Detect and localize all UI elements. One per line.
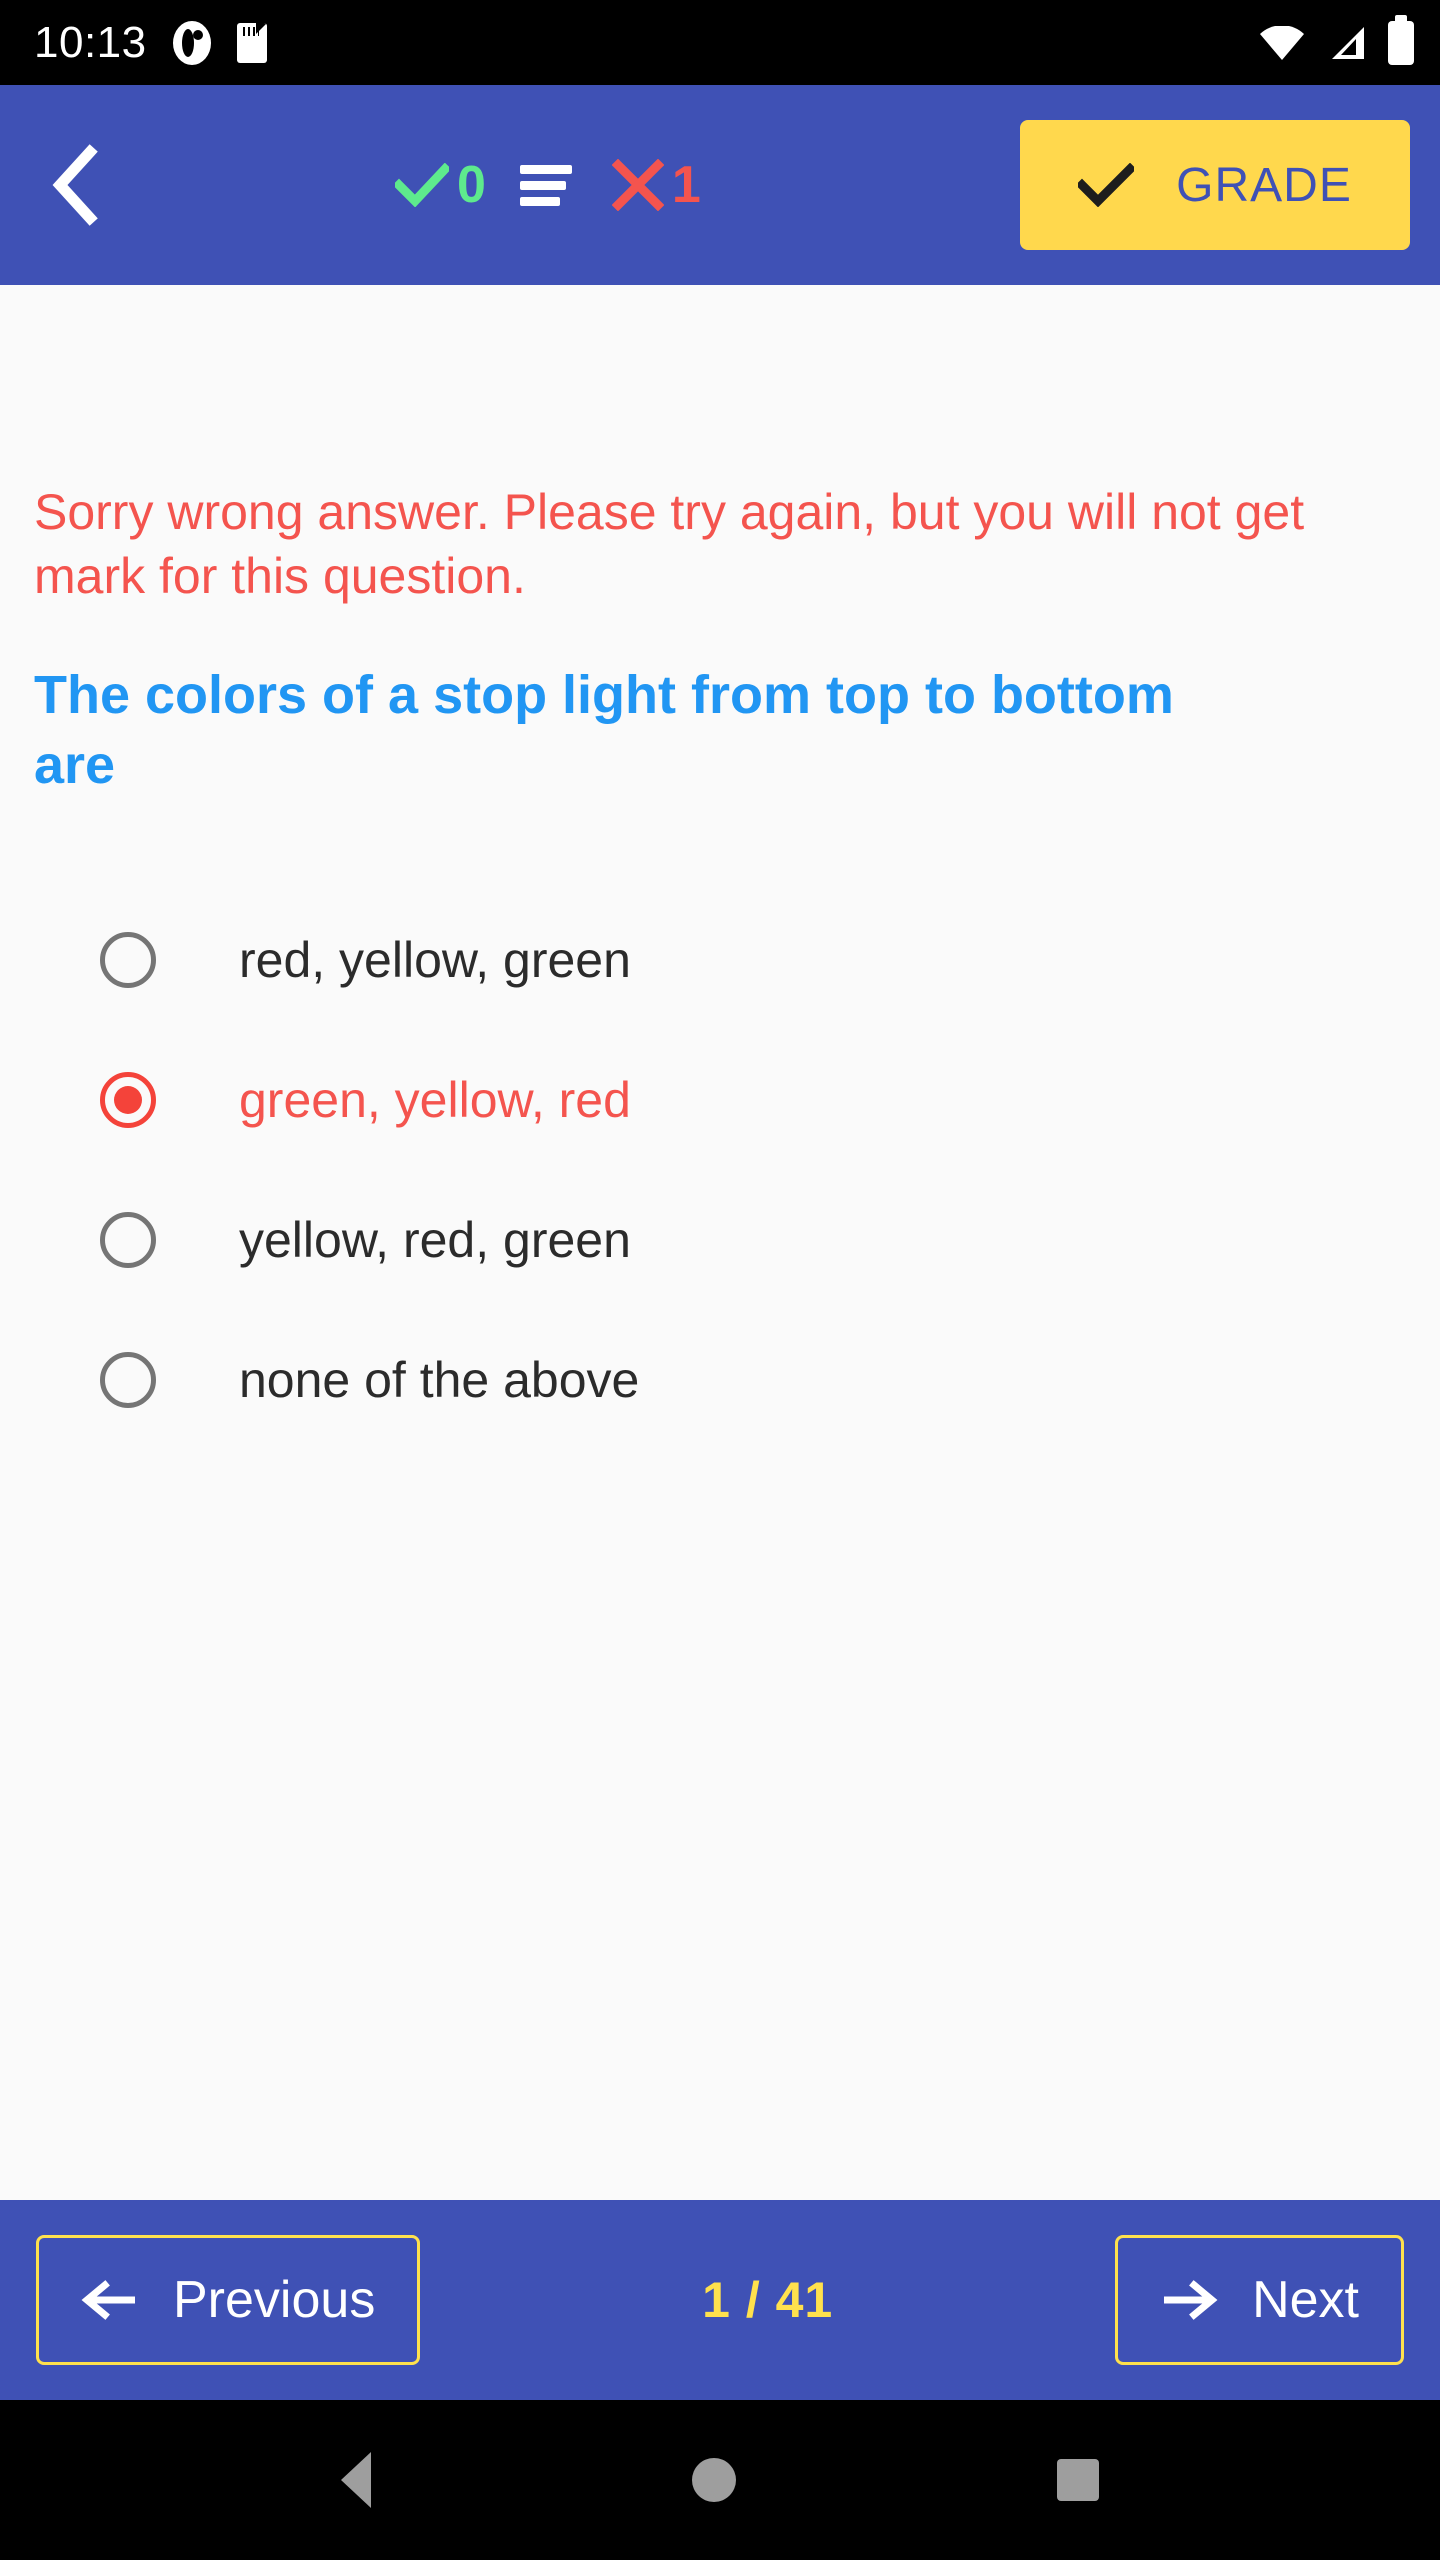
android-navigation-bar bbox=[0, 2400, 1440, 2560]
grade-button[interactable]: GRADE bbox=[1020, 120, 1410, 250]
option-label: green, yellow, red bbox=[239, 1072, 631, 1129]
check-icon bbox=[1075, 162, 1137, 208]
bottom-navigation-bar: Previous 1 / 41 Next bbox=[0, 2200, 1440, 2400]
previous-button[interactable]: Previous bbox=[36, 2235, 421, 2365]
status-bar-left: 10:13 bbox=[34, 17, 267, 67]
option-label: red, yellow, green bbox=[239, 932, 631, 989]
phone-screen: 10:13 0 1 GRADE Sorry wrong answer. Plea… bbox=[0, 0, 1440, 2560]
app-bar: 0 1 GRADE bbox=[0, 85, 1440, 285]
question-content: Sorry wrong answer. Please try again, bu… bbox=[0, 285, 1440, 2200]
status-bar: 10:13 bbox=[0, 0, 1440, 85]
battery-icon bbox=[1388, 14, 1414, 65]
correct-count: 0 bbox=[457, 156, 486, 214]
grade-button-label: GRADE bbox=[1176, 158, 1352, 212]
check-icon bbox=[392, 162, 452, 208]
status-bar-right bbox=[1260, 14, 1414, 65]
option-label: none of the above bbox=[239, 1352, 640, 1409]
radio-button-icon[interactable] bbox=[100, 932, 156, 989]
list-icon[interactable] bbox=[519, 164, 578, 206]
next-button[interactable]: Next bbox=[1115, 2235, 1404, 2365]
option-row[interactable]: none of the above bbox=[34, 1310, 1406, 1450]
home-circle-icon[interactable] bbox=[691, 2458, 736, 2502]
wrong-count: 1 bbox=[671, 156, 701, 214]
x-icon bbox=[611, 158, 665, 212]
radio-button-icon[interactable] bbox=[100, 1212, 156, 1269]
option-row[interactable]: red, yellow, green bbox=[34, 890, 1406, 1030]
clock: 10:13 bbox=[34, 17, 147, 67]
wifi-icon bbox=[1260, 25, 1304, 60]
radio-button-icon[interactable] bbox=[100, 1352, 156, 1409]
recents-square-icon[interactable] bbox=[1057, 2459, 1100, 2501]
option-row[interactable]: yellow, red, green bbox=[34, 1170, 1406, 1310]
next-button-label: Next bbox=[1252, 2271, 1359, 2329]
question-text: The colors of a stop light from top to b… bbox=[34, 665, 1174, 796]
back-chevron-icon[interactable] bbox=[46, 140, 106, 230]
face-icon bbox=[172, 20, 211, 65]
answer-options: red, yellow, green green, yellow, red ye… bbox=[34, 890, 1406, 1450]
score-summary: 0 1 bbox=[392, 156, 701, 214]
arrow-right-icon bbox=[1160, 2279, 1218, 2321]
arrow-left-icon bbox=[81, 2279, 139, 2321]
back-triangle-icon[interactable] bbox=[340, 2452, 371, 2508]
page-counter: 1 / 41 bbox=[702, 2272, 834, 2328]
previous-button-label: Previous bbox=[173, 2271, 376, 2329]
wrong-score: 1 bbox=[611, 156, 701, 214]
cellular-signal-icon bbox=[1326, 25, 1366, 61]
radio-button-selected-icon[interactable] bbox=[100, 1072, 156, 1129]
correct-score: 0 bbox=[392, 156, 486, 214]
option-row[interactable]: green, yellow, red bbox=[34, 1030, 1406, 1170]
sd-card-icon bbox=[236, 22, 267, 63]
option-label: yellow, red, green bbox=[239, 1212, 631, 1269]
feedback-message: Sorry wrong answer. Please try again, bu… bbox=[34, 484, 1305, 604]
